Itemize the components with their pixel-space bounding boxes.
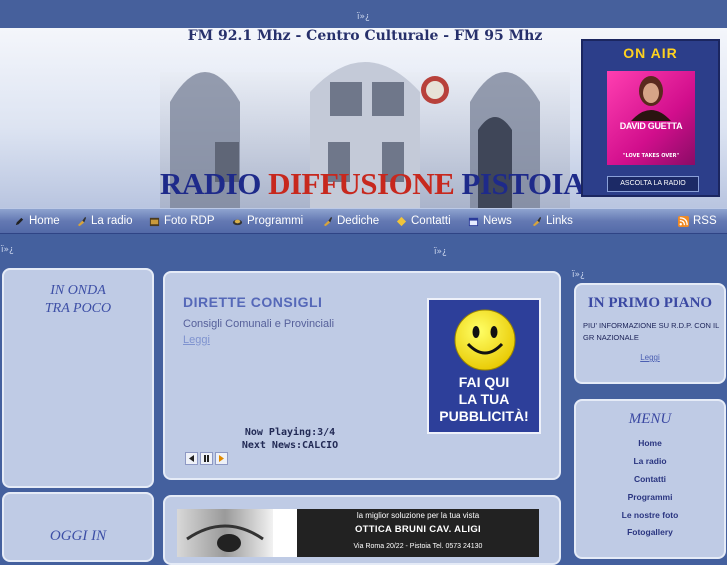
eye-icon: [186, 524, 264, 552]
album-poster[interactable]: DAVID GUETTA "LOVE TAKES OVER": [607, 71, 695, 165]
nav-foto-rdp[interactable]: Foto RDP: [149, 209, 215, 233]
pause-button[interactable]: [200, 452, 213, 465]
stray-glyph: ï»¿: [434, 247, 447, 257]
listen-radio-button[interactable]: ASCOLTA LA RADIO: [607, 176, 699, 192]
menu-item-contatti[interactable]: Contatti: [576, 474, 724, 484]
sponsor-name: OTTICA BRUNI CAV. ALIGI: [354, 524, 481, 535]
stray-glyph: ï»¿: [572, 270, 585, 280]
primo-piano-panel: IN PRIMO PIANO PIU' INFORMAZIONE SU R.D.…: [574, 283, 726, 384]
dirette-title: DIRETTE CONSIGLI: [183, 294, 323, 310]
menu-title: MENU: [628, 411, 672, 427]
disc-icon: [232, 219, 243, 225]
menu-item-home[interactable]: Home: [576, 438, 724, 448]
side-menu-panel: MENU Home La radio Contatti Programmi Le…: [574, 399, 726, 559]
primo-piano-title: IN PRIMO PIANO: [587, 295, 713, 311]
now-playing-text: Now Playing:3/4: [244, 427, 336, 438]
in-onda-line1: IN ONDA: [50, 283, 106, 298]
nav-label: Contatti: [411, 215, 451, 227]
sponsor-text-block: la miglior soluzione per la tua vista OT…: [297, 509, 539, 557]
pause-icon: [204, 455, 209, 462]
nav-label: News: [483, 215, 512, 227]
brush-icon: [323, 216, 333, 226]
dirette-subtitle: Consigli Comunali e Provinciali: [183, 318, 335, 330]
next-news-text: Next News:CALCIO: [241, 440, 339, 451]
nav-label: La radio: [91, 215, 133, 227]
nav-dediche[interactable]: Dediche: [322, 209, 379, 233]
brand-radio: RADIO: [160, 166, 261, 201]
nav-label: Dediche: [337, 215, 380, 227]
on-air-title: ON AIR: [623, 45, 678, 61]
nav-label: Links: [546, 215, 573, 227]
brush-icon: [532, 216, 542, 226]
next-button[interactable]: [215, 452, 228, 465]
sponsor-tagline: la miglior soluzione per la tua vista: [356, 511, 480, 520]
sponsor-banner[interactable]: la miglior soluzione per la tua vista OT…: [177, 509, 539, 557]
ad-line: FAI QUI: [458, 374, 510, 390]
nav-contatti[interactable]: Contatti: [396, 209, 451, 233]
now-playing-info: Now Playing:3/4 Next News:CALCIO: [165, 426, 415, 452]
leggi-link[interactable]: Leggi: [183, 334, 210, 346]
dirette-panel: DIRETTE CONSIGLI Consigli Comunali e Pro…: [163, 271, 561, 480]
nav-label: Programmi: [247, 215, 304, 227]
play-back-icon: [189, 455, 194, 462]
stray-glyph: ï»¿: [1, 245, 14, 255]
nav-label: RSS: [693, 215, 717, 227]
artist-photo-icon: [631, 76, 671, 121]
primo-piano-text: PIU' INFORMAZIONE SU R.D.P. CON IL GR NA…: [583, 321, 720, 342]
previous-button[interactable]: [185, 452, 198, 465]
menu-item-fotogallery[interactable]: Fotogallery: [576, 527, 724, 537]
brush-icon: [77, 216, 87, 226]
nav-news[interactable]: News: [468, 209, 512, 233]
ad-line: LA TUA: [458, 391, 510, 407]
oggi-in-panel: OGGI IN: [2, 492, 154, 562]
brand-pistoia: PISTOIA: [461, 166, 586, 201]
stray-glyph: ï»¿: [357, 12, 370, 22]
in-onda-panel: IN ONDA TRA POCO: [2, 268, 154, 488]
eye-image: [177, 509, 273, 557]
track-name: "LOVE TAKES OVER": [622, 153, 680, 159]
menu-item-foto[interactable]: Le nostre foto: [576, 510, 724, 520]
advertise-box[interactable]: FAI QUI LA TUA PUBBLICITÀ!: [427, 298, 541, 434]
in-onda-line2: TRA POCO: [44, 301, 112, 316]
nav-programmi[interactable]: Programmi: [232, 209, 303, 233]
calendar-icon: [468, 217, 479, 226]
primo-piano-leggi-link[interactable]: Leggi: [576, 353, 724, 362]
brand-diffusione: DIFFUSIONE: [268, 166, 455, 201]
folder-icon: [149, 217, 160, 226]
sponsor-address: Via Roma 20/22 - Pistoia Tel. 0573 24130: [353, 543, 483, 550]
nav-label: Home: [29, 215, 60, 227]
menu-item-la-radio[interactable]: La radio: [576, 456, 724, 466]
pencil-icon: [15, 217, 24, 225]
brand-title: RADIO DIFFUSIONE PISTOIA: [160, 166, 585, 202]
artist-name: DAVID GUETTA: [619, 121, 683, 131]
in-onda-title: IN ONDA TRA POCO: [4, 282, 152, 318]
nav-rss[interactable]: RSS: [678, 209, 717, 233]
sponsor-panel: la miglior soluzione per la tua vista OT…: [163, 495, 561, 565]
menu-item-programmi[interactable]: Programmi: [576, 492, 724, 502]
ad-line: PUBBLICITÀ!: [439, 408, 529, 424]
rss-icon: [678, 215, 689, 227]
advertise-text: FAI QUI LA TUA PUBBLICITÀ!: [429, 374, 539, 425]
on-air-box: ON AIR DAVID GUETTA "LOVE TAKES OVER" AS…: [581, 39, 720, 197]
main-nav: Home La radio Foto RDP Programmi Dediche…: [0, 208, 727, 234]
nav-home[interactable]: Home: [14, 209, 60, 233]
oggi-in-title: OGGI IN: [49, 528, 107, 544]
badge-icon: [396, 216, 407, 226]
play-forward-icon: [219, 455, 224, 462]
smiley-icon: [454, 309, 516, 371]
nav-links[interactable]: Links: [531, 209, 573, 233]
nav-la-radio[interactable]: La radio: [76, 209, 133, 233]
nav-label: Foto RDP: [164, 215, 215, 227]
